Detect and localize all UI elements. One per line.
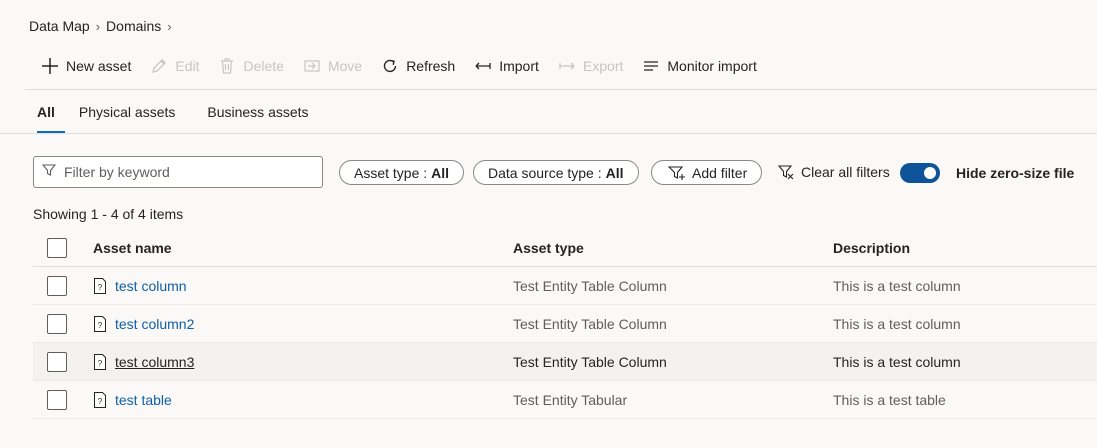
table-row[interactable]: ? test column Test Entity Table Column T… — [33, 267, 1097, 305]
tab-bar: All Physical assets Business assets — [25, 100, 321, 134]
asset-type-cell: Test Entity Table Column — [513, 315, 667, 332]
export-icon — [557, 56, 577, 76]
asset-name-cell: ? test column — [93, 277, 187, 294]
move-button[interactable]: Move — [302, 56, 362, 76]
data-source-type-filter-label: Data source type : — [488, 164, 602, 181]
asset-name-cell: ? test column3 — [93, 353, 194, 370]
unknown-file-icon: ? — [93, 277, 107, 294]
row-checkbox[interactable] — [47, 352, 67, 372]
table-header-row: Asset name Asset type Description — [33, 230, 1097, 267]
table-row[interactable]: ? test table Test Entity Tabular This is… — [33, 381, 1097, 419]
move-label: Move — [327, 58, 363, 74]
description-cell: This is a test table — [833, 391, 946, 408]
asset-type-cell: Test Entity Table Column — [513, 277, 667, 294]
new-asset-button[interactable]: New asset — [40, 56, 131, 76]
tab-physical-assets[interactable]: Physical assets — [65, 100, 193, 133]
asset-table: Asset name Asset type Description ? test… — [33, 230, 1097, 419]
lines-icon — [641, 56, 661, 76]
asset-name-cell: ? test column2 — [93, 315, 194, 332]
select-all-checkbox[interactable] — [47, 238, 67, 258]
move-icon — [302, 56, 322, 76]
refresh-icon — [380, 56, 400, 76]
edit-button[interactable]: Edit — [149, 56, 199, 76]
toggle-knob — [924, 167, 936, 179]
monitor-import-label: Monitor import — [667, 58, 757, 74]
import-icon — [473, 56, 493, 76]
pencil-icon — [149, 56, 169, 76]
asset-name-link[interactable]: test column — [115, 278, 187, 294]
row-checkbox[interactable] — [47, 390, 67, 410]
refresh-label: Refresh — [406, 58, 456, 74]
asset-type-cell: Test Entity Table Column — [513, 353, 667, 370]
asset-name-link[interactable]: test column3 — [115, 354, 194, 370]
asset-type-filter-label: Asset type : — [354, 164, 428, 181]
row-checkbox[interactable] — [47, 276, 67, 296]
refresh-button[interactable]: Refresh — [380, 56, 455, 76]
description-cell: This is a test column — [833, 277, 961, 294]
asset-name-link[interactable]: test table — [115, 392, 172, 408]
clear-all-filters-label: Clear all filters — [801, 164, 890, 180]
chevron-right-icon: › — [167, 18, 172, 34]
svg-text:?: ? — [98, 359, 103, 368]
asset-type-filter-value: All — [431, 164, 450, 181]
breadcrumb: Data Map › Domains › — [29, 18, 172, 34]
svg-text:?: ? — [98, 321, 103, 330]
item-count: Showing 1 - 4 of 4 items — [33, 206, 184, 222]
export-button[interactable]: Export — [557, 56, 623, 76]
header-asset-name[interactable]: Asset name — [93, 240, 172, 256]
tab-all[interactable]: All — [25, 100, 65, 133]
asset-name-cell: ? test table — [93, 391, 172, 408]
asset-name-link[interactable]: test column2 — [115, 316, 194, 332]
clear-all-filters-button[interactable]: Clear all filters — [778, 164, 890, 180]
filter-icon — [41, 163, 57, 182]
description-cell: This is a test column — [833, 315, 961, 332]
data-source-type-filter-value: All — [605, 164, 624, 181]
export-label: Export — [582, 58, 624, 74]
new-asset-label: New asset — [66, 58, 132, 74]
toolbar: New asset Edit Delete Move Refresh Impor… — [40, 54, 775, 78]
import-label: Import — [499, 58, 539, 74]
svg-text:?: ? — [98, 397, 103, 406]
description-cell: This is a test column — [833, 353, 961, 370]
row-checkbox[interactable] — [47, 314, 67, 334]
asset-type-cell: Test Entity Tabular — [513, 391, 628, 408]
filter-keyword-input[interactable] — [62, 163, 302, 181]
header-asset-type[interactable]: Asset type — [513, 240, 584, 256]
plus-icon — [40, 56, 60, 76]
header-description[interactable]: Description — [833, 240, 910, 256]
hide-zero-size-toggle[interactable] — [900, 163, 940, 183]
chevron-right-icon: › — [95, 18, 101, 34]
table-row[interactable]: ? test column2 Test Entity Table Column … — [33, 305, 1097, 343]
tabs-divider — [0, 133, 1097, 134]
add-filter-icon — [668, 165, 686, 181]
delete-label: Delete — [243, 58, 284, 74]
data-source-type-filter-pill[interactable]: Data source type : All — [473, 160, 639, 185]
add-filter-button[interactable]: Add filter — [651, 160, 763, 185]
unknown-file-icon: ? — [93, 353, 107, 370]
breadcrumb-data-map[interactable]: Data Map — [29, 18, 90, 34]
add-filter-label: Add filter — [692, 164, 748, 181]
monitor-import-button[interactable]: Monitor import — [641, 56, 757, 76]
filter-keyword-box[interactable] — [33, 156, 323, 188]
svg-text:?: ? — [98, 283, 103, 292]
trash-icon — [217, 56, 237, 76]
clear-filter-icon — [778, 164, 794, 180]
asset-type-filter-pill[interactable]: Asset type : All — [339, 160, 465, 185]
tab-business-assets[interactable]: Business assets — [193, 100, 320, 133]
breadcrumb-domains[interactable]: Domains — [106, 18, 161, 34]
hide-zero-size-label: Hide zero-size file — [956, 165, 1075, 181]
delete-button[interactable]: Delete — [217, 56, 284, 76]
unknown-file-icon: ? — [93, 391, 107, 408]
table-row[interactable]: ? test column3 Test Entity Table Column … — [33, 343, 1097, 381]
unknown-file-icon: ? — [93, 315, 107, 332]
toolbar-divider — [25, 89, 1097, 90]
import-button[interactable]: Import — [473, 56, 539, 76]
edit-label: Edit — [175, 58, 200, 74]
